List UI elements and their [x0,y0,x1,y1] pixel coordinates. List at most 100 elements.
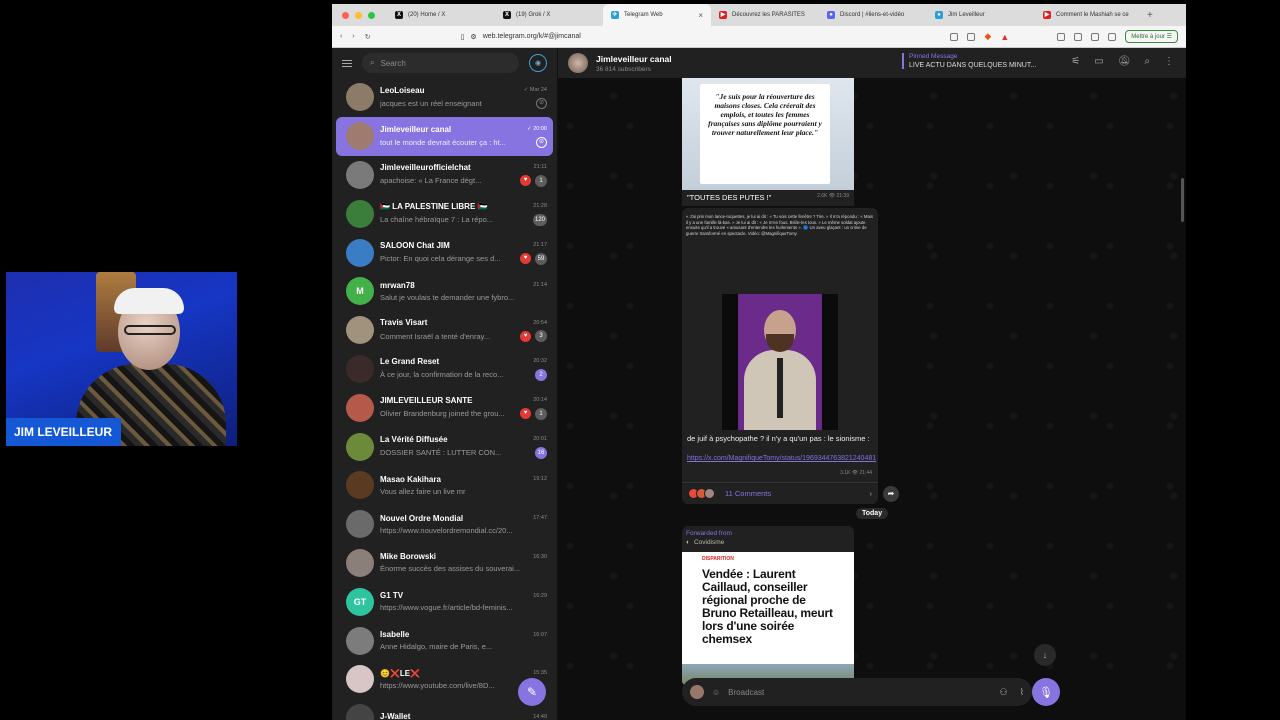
url-field[interactable]: ▯ ⚙ web.telegram.org/k/#@jimcanal [461,33,581,41]
chat-name: Masao Kakihara [380,474,441,484]
chat-item[interactable]: Jimleveilleurofficielchat 21:11 apachoise:… [336,156,553,195]
pinned-icon: ⊘ [536,97,547,109]
screen-icon[interactable] [950,32,959,41]
chat-avatar [346,238,374,267]
tab-label: (19) Grok / X [516,12,551,18]
tab-2[interactable]: ✈ Telegram Web × [603,4,711,26]
reaction-heart-icon: ♥ [520,408,531,420]
chat-name: LeoLoiseau [380,85,425,95]
share-icon[interactable] [967,32,976,41]
channel-header[interactable]: Jimleveilleur canal 36 814 subscribers P… [558,48,1186,78]
news-image[interactable]: DISPARITION Vendée : Laurent Caillaud, c… [682,552,854,686]
tab-favicon-icon: ● [935,11,943,19]
chat-name: Jimleveilleur canal [380,124,452,134]
pinned-message[interactable]: Pinned Message LIVE ACTU DANS QUELQUES M… [902,53,1036,69]
new-tab-button[interactable]: + [1147,10,1153,21]
brave-rewards-icon[interactable]: ▲ [1000,32,1009,42]
wallet-icon[interactable] [1091,32,1100,41]
composer-placeholder: Broadcast [728,687,765,697]
forwarded-source[interactable]: ◐ Covidisme [682,537,854,548]
search-input[interactable]: ⌕ Search [362,53,519,73]
tab-label: Telegram Web [624,12,663,18]
attach-icon[interactable]: ⌇ [1020,687,1024,698]
message-composer[interactable]: ☺ Broadcast ⚇ ⌇ [682,678,1032,706]
vpn-icon[interactable] [1108,32,1117,41]
update-button[interactable]: Mettre à jour ☰ [1125,30,1178,43]
telegram-app: ⌕ Search ◉ LeoLoiseau ✓ Mar 24 jacques est… [332,48,1186,720]
chat-item[interactable]: Jimleveilleur canal ✓ 20:00 tout le monde … [336,116,553,156]
chat-time: 21:11 [533,164,547,171]
compose-button[interactable]: ✎ [518,678,546,706]
chat-item[interactable]: SALOON Chat JIM 21:17 Pictor: En quoi cela… [336,233,553,272]
person-hair [114,288,184,314]
window-controls [332,11,387,19]
more-icon[interactable]: ⋮ [1164,56,1174,67]
tab-6[interactable]: ▶ Comment le Mashiah se ce [1035,4,1143,26]
message-link[interactable]: https://x.com/MagnifiqueTomy/status/1969… [687,454,876,463]
brave-shield-icon[interactable]: ◆ [984,31,991,42]
chat-item[interactable]: Travis Visart 20:54 Comment Israël a tenté… [336,311,553,350]
chat-item[interactable]: 🇵🇸 LA PALESTINE LIBRE 🇵🇸 21:28 La chaîne h… [336,194,553,233]
chat-item[interactable]: Nouvel Ordre Mondial 17:47 https://www.nou… [336,505,553,544]
channel-avatar[interactable] [568,53,588,73]
tab-4[interactable]: ● Discord | #liens-et-vidéo [819,4,927,26]
send-as-avatar[interactable] [690,685,704,699]
url-text[interactable]: web.telegram.org/k/#@jimcanal [483,33,581,40]
forward-icon[interactable]: › [352,33,354,40]
discussion-icon[interactable]: ▭ [1094,56,1103,67]
bookmark-icon[interactable]: ▯ [461,33,465,41]
site-info-icon[interactable]: ⚙ [470,33,476,41]
reaction-heart-icon: ♥ [520,253,531,265]
search-icon[interactable]: ⌕ [1144,56,1150,67]
emoji-icon[interactable]: ☺ [712,688,720,697]
chat-item[interactable]: Le Grand Reset 20:32 À ce jour, la confirm… [336,350,553,389]
message-image-quote[interactable]: "Je suis pour la réouverture des maisons… [682,78,854,190]
voice-record-button[interactable]: 🎙︎ [1032,678,1060,706]
chat-item[interactable]: Masao Kakihara 19:12 Vous allez faire un l… [336,466,553,505]
tab-5[interactable]: ● Jim Leveilleur [927,4,1035,26]
microphone-prop [777,358,783,418]
chat-item[interactable]: La Vérité Diffusée 20:01 DOSSIER SANTÉ : L… [336,427,553,466]
chat-item[interactable]: J-Wallet 14:49 [336,699,553,720]
chat-item[interactable]: JIMLEVEILLEUR SANTE 20:14 Olivier Brandenb… [336,388,553,427]
chat-name: Nouvel Ordre Mondial [380,513,464,523]
tab-1[interactable]: X (19) Grok / X [495,4,603,26]
close-window-button[interactable] [342,11,349,19]
chat-preview: apachoise: « La France dégt... [380,176,482,186]
comments-button[interactable]: 11 Comments › [682,482,878,504]
video-thumbnail[interactable] [722,294,838,430]
sidebar-header: ⌕ Search ◉ [332,48,557,78]
minimize-window-button[interactable] [355,11,362,19]
chat-item[interactable]: Mike Borowski 16:30 Énorme succès des assi… [336,544,553,583]
close-tab-icon[interactable]: × [698,11,703,20]
chat-item[interactable]: LeoLoiseau ✓ Mar 24 jacques est un réel en… [336,78,553,117]
connection-status-icon[interactable]: ◉ [529,54,547,72]
video-caption: de juif à psychopathe ? il n'y a qu'un p… [687,434,870,443]
forward-button[interactable]: ➦ [883,486,899,502]
chat-item[interactable]: Isabelle 16:07 Anne Hidalgo, maire de Pari… [336,621,553,660]
back-icon[interactable]: ‹ [340,33,342,40]
chat-time: 20:32 [533,358,547,365]
chat-preview: Vous allez faire un live mr [380,486,466,496]
forwarded-label: Forwarded from [686,530,732,537]
chat-time: 21:14 [533,282,547,289]
chat-time: ✓ Mar 24 [523,87,547,94]
bot-commands-icon[interactable]: ⚇ [1000,687,1008,698]
reload-icon[interactable]: ↻ [365,33,371,41]
filter-icon[interactable]: ⚟ [1071,56,1080,67]
sidebar-toggle-icon[interactable] [1074,32,1083,41]
chat-name: JIMLEVEILLEUR SANTE [380,395,473,405]
tab-0[interactable]: X (20) Home / X [387,4,495,26]
chat-time: 16:07 [533,631,547,638]
maximize-window-button[interactable] [368,11,375,19]
tab-3[interactable]: ▶ Découvrez les PARASITES [711,4,819,26]
chat-preview: À ce jour, la confirmation de la reco... [380,370,504,380]
mute-icon[interactable]: 🔕︎ [1118,56,1131,67]
extensions-icon[interactable] [1057,32,1066,41]
scroll-down-button[interactable]: ↓ [1034,644,1056,666]
chat-item[interactable]: GT G1 TV 16:29 https://www.vogue.fr/article… [336,582,553,621]
chat-item[interactable]: Mmrwan78 21:14 Salut je voulais te demande… [336,272,553,311]
scrollbar[interactable] [1181,178,1184,222]
menu-icon[interactable] [342,59,352,67]
chat-time: 21:17 [533,242,547,249]
